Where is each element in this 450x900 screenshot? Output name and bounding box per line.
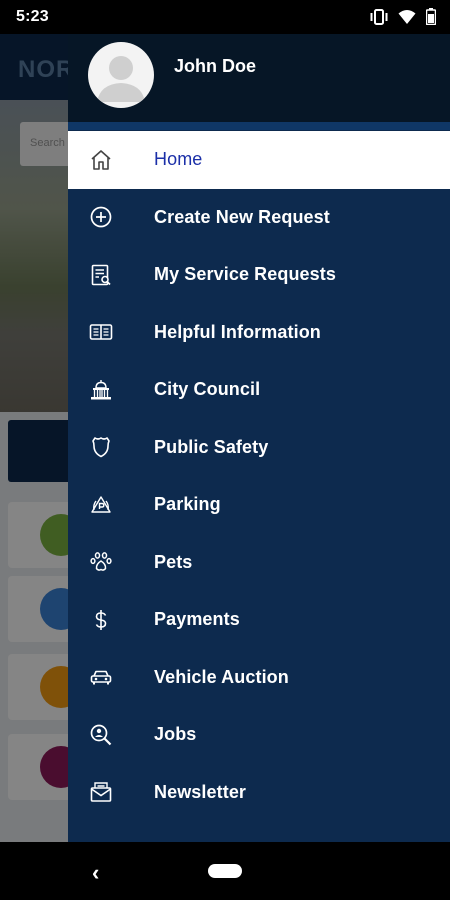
car-icon xyxy=(88,664,114,690)
menu-item-my-service-requests[interactable]: My Service Requests xyxy=(68,246,450,304)
menu-item-pets[interactable]: Pets xyxy=(68,534,450,592)
menu-item-label: Create New Request xyxy=(154,206,330,227)
menu-item-label: Parking xyxy=(154,494,221,515)
status-bar: 5:23 xyxy=(0,0,450,34)
menu-item-jobs[interactable]: Jobs xyxy=(68,706,450,764)
menu-item-helpful-information[interactable]: Helpful Information xyxy=(68,304,450,362)
parking-icon xyxy=(88,492,114,518)
menu-item-newsletter[interactable]: Newsletter xyxy=(68,764,450,822)
menu-item-label: Vehicle Auction xyxy=(154,666,289,687)
badge-shield-icon xyxy=(88,434,114,460)
user-placeholder-icon xyxy=(97,56,145,102)
menu-item-parking[interactable]: Parking xyxy=(68,476,450,534)
menu-item-label: Helpful Information xyxy=(154,321,321,342)
paw-icon xyxy=(88,549,114,575)
menu-item-label: My Service Requests xyxy=(154,264,336,285)
home-icon xyxy=(88,147,114,173)
menu-item-city-council[interactable]: City Council xyxy=(68,361,450,419)
navigation-drawer: John Doe Home Create New Request My Serv… xyxy=(68,0,450,842)
home-pill-button[interactable] xyxy=(208,864,242,878)
back-button[interactable]: ‹ xyxy=(92,860,99,886)
menu-item-payments[interactable]: Payments xyxy=(68,591,450,649)
menu-item-label: Newsletter xyxy=(154,781,247,802)
wifi-icon xyxy=(398,9,416,25)
avatar[interactable] xyxy=(88,42,154,108)
menu-item-label: Payments xyxy=(154,609,240,630)
magnifier-person-icon xyxy=(88,722,114,748)
user-name: John Doe xyxy=(174,56,257,76)
capitol-building-icon xyxy=(88,377,114,403)
menu-item-label: City Council xyxy=(154,379,261,400)
menu-item-vehicle-auction[interactable]: Vehicle Auction xyxy=(68,649,450,707)
book-icon xyxy=(88,319,114,345)
vibrate-icon xyxy=(370,8,388,25)
menu-item-label: Public Safety xyxy=(154,436,269,457)
menu-item-home[interactable]: Home xyxy=(68,131,450,189)
battery-icon xyxy=(426,8,436,25)
menu-item-create-new-request[interactable]: Create New Request xyxy=(68,189,450,247)
menu-item-label: Jobs xyxy=(154,724,197,745)
dollar-icon xyxy=(88,607,114,633)
system-navigation-bar: ‹ xyxy=(0,842,450,900)
header-divider xyxy=(68,122,450,130)
menu-item-public-safety[interactable]: Public Safety xyxy=(68,419,450,477)
plus-circle-icon xyxy=(88,204,114,230)
menu-item-label: Pets xyxy=(154,551,193,572)
document-search-icon xyxy=(88,262,114,288)
envelope-icon xyxy=(88,779,114,805)
menu-item-label: Home xyxy=(154,149,203,170)
status-icons xyxy=(370,8,436,25)
status-time: 5:23 xyxy=(16,8,49,25)
drawer-menu: Home Create New Request My Service Reque… xyxy=(68,131,450,821)
